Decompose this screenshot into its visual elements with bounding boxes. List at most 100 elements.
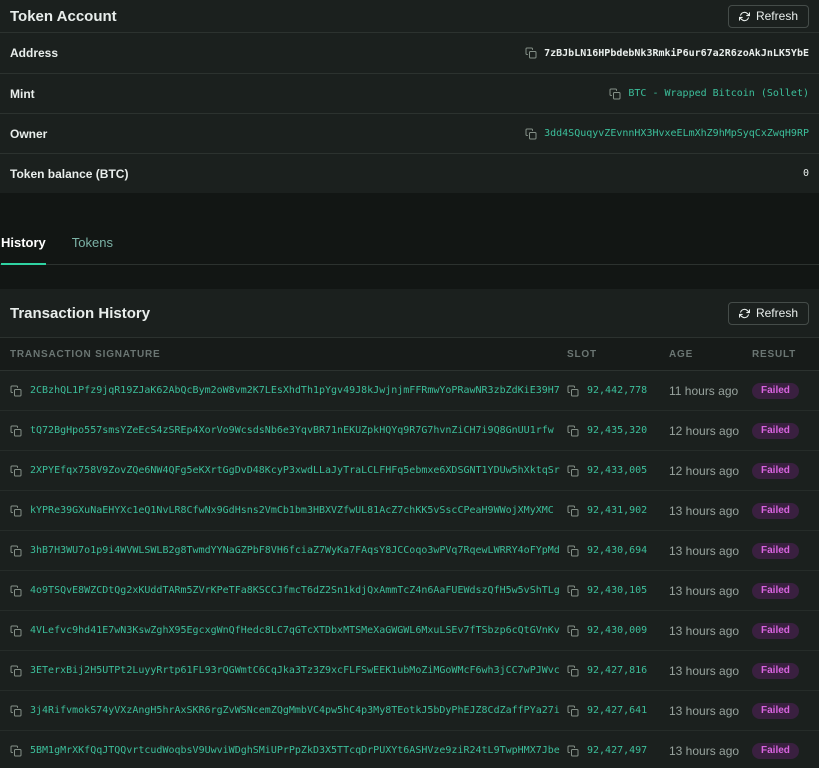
account-field-row: Mint BTC - Wrapped Bitcoin (Sollet) [0,73,819,113]
tx-signature-cell: 2XPYEfqx758V9ZovZQe6NW4QFg5eKXrtGgDvD48K… [10,465,567,477]
copy-slot-icon[interactable] [567,705,579,717]
tx-signature-cell: 4o9TSQvE8WZCDtQg2xKUddTARm5ZVrKPeTFa8KSC… [10,585,567,597]
field-label: Owner [10,127,47,141]
tab-history[interactable]: History [1,222,46,265]
tx-slot-link[interactable]: 92,427,641 [587,705,647,716]
tx-slot-cell: 92,430,694 [567,545,669,557]
copy-signature-icon[interactable] [10,545,22,557]
tx-signature-link[interactable]: 2CBzhQL1Pfz9jqR19ZJaK62AbQcBym2oW8vm2K7L… [30,385,560,396]
tabs: History Tokens [0,222,819,265]
tx-result-cell: Failed [752,663,809,679]
tx-age: 11 hours ago [669,384,752,398]
copy-slot-icon[interactable] [567,385,579,397]
transaction-history-card: Transaction History Refresh Transaction … [0,289,819,768]
copy-signature-icon[interactable] [10,585,22,597]
tab-tokens[interactable]: Tokens [72,222,113,265]
tx-result-cell: Failed [752,703,809,719]
tx-row: kYPRe39GXuNaEHYXc1eQ1NvLR8CfwNx9GdHsns2V… [0,491,819,531]
tx-slot-cell: 92,427,497 [567,745,669,757]
copy-slot-icon[interactable] [567,585,579,597]
result-badge: Failed [752,543,799,559]
tx-slot-link[interactable]: 92,435,320 [587,425,647,436]
column-header-transaction-signature: Transaction Signature [10,349,567,360]
refresh-icon [739,308,750,319]
tx-age: 12 hours ago [669,464,752,478]
result-badge: Failed [752,743,799,759]
tx-slot-link[interactable]: 92,427,816 [587,665,647,676]
tx-slot-cell: 92,430,009 [567,625,669,637]
tx-slot-link[interactable]: 92,430,009 [587,625,647,636]
tx-slot-link[interactable]: 92,430,694 [587,545,647,556]
tx-age: 12 hours ago [669,424,752,438]
copy-signature-icon[interactable] [10,705,22,717]
field-value[interactable]: BTC - Wrapped Bitcoin (Sollet) [628,88,809,99]
tab-label: Tokens [72,235,113,250]
tx-signature-link[interactable]: 5BM1gMrXKfQqJTQQvrtcudWoqbsV9UwviWDghSMi… [30,745,560,756]
copy-slot-icon[interactable] [567,665,579,677]
tx-signature-link[interactable]: 2XPYEfqx758V9ZovZQe6NW4QFg5eKXrtGgDvD48K… [30,465,560,476]
tx-result-cell: Failed [752,623,809,639]
tx-signature-link[interactable]: 4o9TSQvE8WZCDtQg2xKUddTARm5ZVrKPeTFa8KSC… [30,585,560,596]
tx-age: 13 hours ago [669,584,752,598]
copy-icon[interactable] [525,128,537,140]
token-account-refresh-button[interactable]: Refresh [728,5,809,28]
field-value-group: 7zBJbLN16HPbdebNk3RmkiP6ur67a2R6zoAkJnLK… [525,47,809,59]
tx-signature-cell: 3hB7H3WU7o1p9i4WVWLSWLB2g8TwmdYYNaGZPbF8… [10,545,567,557]
copy-slot-icon[interactable] [567,465,579,477]
tx-signature-link[interactable]: 3hB7H3WU7o1p9i4WVWLSWLB2g8TwmdYYNaGZPbF8… [30,545,560,556]
tx-age: 13 hours ago [669,704,752,718]
tx-signature-link[interactable]: 3ETerxBij2H5UTPt2LuyyRrtp61FL93rQGWmtC6C… [30,665,560,676]
copy-slot-icon[interactable] [567,745,579,757]
copy-icon[interactable] [609,88,621,100]
refresh-icon [739,11,750,22]
tx-signature-link[interactable]: tQ72BgHpo557smsYZeEcS4zSREp4XorVo9WcsdsN… [30,425,554,436]
transaction-history-title: Transaction History [10,305,150,322]
copy-slot-icon[interactable] [567,625,579,637]
copy-icon[interactable] [525,47,537,59]
tx-signature-cell: 4VLefvc9hd41E7wN3KswZghX95EgcxgWnQfHedc8… [10,625,567,637]
copy-signature-icon[interactable] [10,425,22,437]
tx-age: 13 hours ago [669,624,752,638]
tx-slot-link[interactable]: 92,433,005 [587,465,647,476]
account-field-row: Address 7zBJbLN16HPbdebNk3RmkiP6ur67a2R6… [0,33,819,73]
copy-slot-icon[interactable] [567,425,579,437]
refresh-button-label: Refresh [756,9,798,23]
copy-signature-icon[interactable] [10,745,22,757]
tx-slot-link[interactable]: 92,431,902 [587,505,647,516]
field-label: Token balance (BTC) [10,167,128,181]
tx-result-cell: Failed [752,583,809,599]
tx-row: 4VLefvc9hd41E7wN3KswZghX95EgcxgWnQfHedc8… [0,611,819,651]
tx-result-cell: Failed [752,423,809,439]
column-header-slot: Slot [567,349,669,360]
account-field-row: Owner 3dd4SQuqyvZEvnnHX3HvxeELmXhZ9hMpSy… [0,113,819,153]
tx-slot-cell: 92,430,105 [567,585,669,597]
tx-result-cell: Failed [752,503,809,519]
column-header-result: Result [752,349,809,360]
tx-slot-link[interactable]: 92,430,105 [587,585,647,596]
tx-signature-link[interactable]: kYPRe39GXuNaEHYXc1eQ1NvLR8CfwNx9GdHsns2V… [30,505,554,516]
tx-signature-link[interactable]: 3j4RifvmokS74yVXzAngH5hrAxSKR6rgZvWSNcem… [30,705,560,716]
copy-signature-icon[interactable] [10,465,22,477]
tx-slot-cell: 92,433,005 [567,465,669,477]
tx-result-cell: Failed [752,743,809,759]
copy-signature-icon[interactable] [10,665,22,677]
transaction-history-refresh-button[interactable]: Refresh [728,302,809,325]
result-badge: Failed [752,503,799,519]
account-field-row: Token balance (BTC) 0 [0,153,819,193]
field-value[interactable]: 3dd4SQuqyvZEvnnHX3HvxeELmXhZ9hMpSyqCxZwq… [544,128,809,139]
copy-signature-icon[interactable] [10,625,22,637]
tx-row: tQ72BgHpo557smsYZeEcS4zSREp4XorVo9WcsdsN… [0,411,819,451]
copy-slot-icon[interactable] [567,505,579,517]
tx-slot-link[interactable]: 92,442,778 [587,385,647,396]
tx-signature-cell: 3j4RifvmokS74yVXzAngH5hrAxSKR6rgZvWSNcem… [10,705,567,717]
copy-signature-icon[interactable] [10,385,22,397]
page-title: Token Account [10,8,117,25]
result-badge: Failed [752,703,799,719]
tx-signature-link[interactable]: 4VLefvc9hd41E7wN3KswZghX95EgcxgWnQfHedc8… [30,625,560,636]
copy-slot-icon[interactable] [567,545,579,557]
tx-slot-cell: 92,427,816 [567,665,669,677]
tx-slot-link[interactable]: 92,427,497 [587,745,647,756]
tx-table-header: Transaction Signature Slot Age Result [0,337,819,371]
tx-age: 13 hours ago [669,664,752,678]
copy-signature-icon[interactable] [10,505,22,517]
